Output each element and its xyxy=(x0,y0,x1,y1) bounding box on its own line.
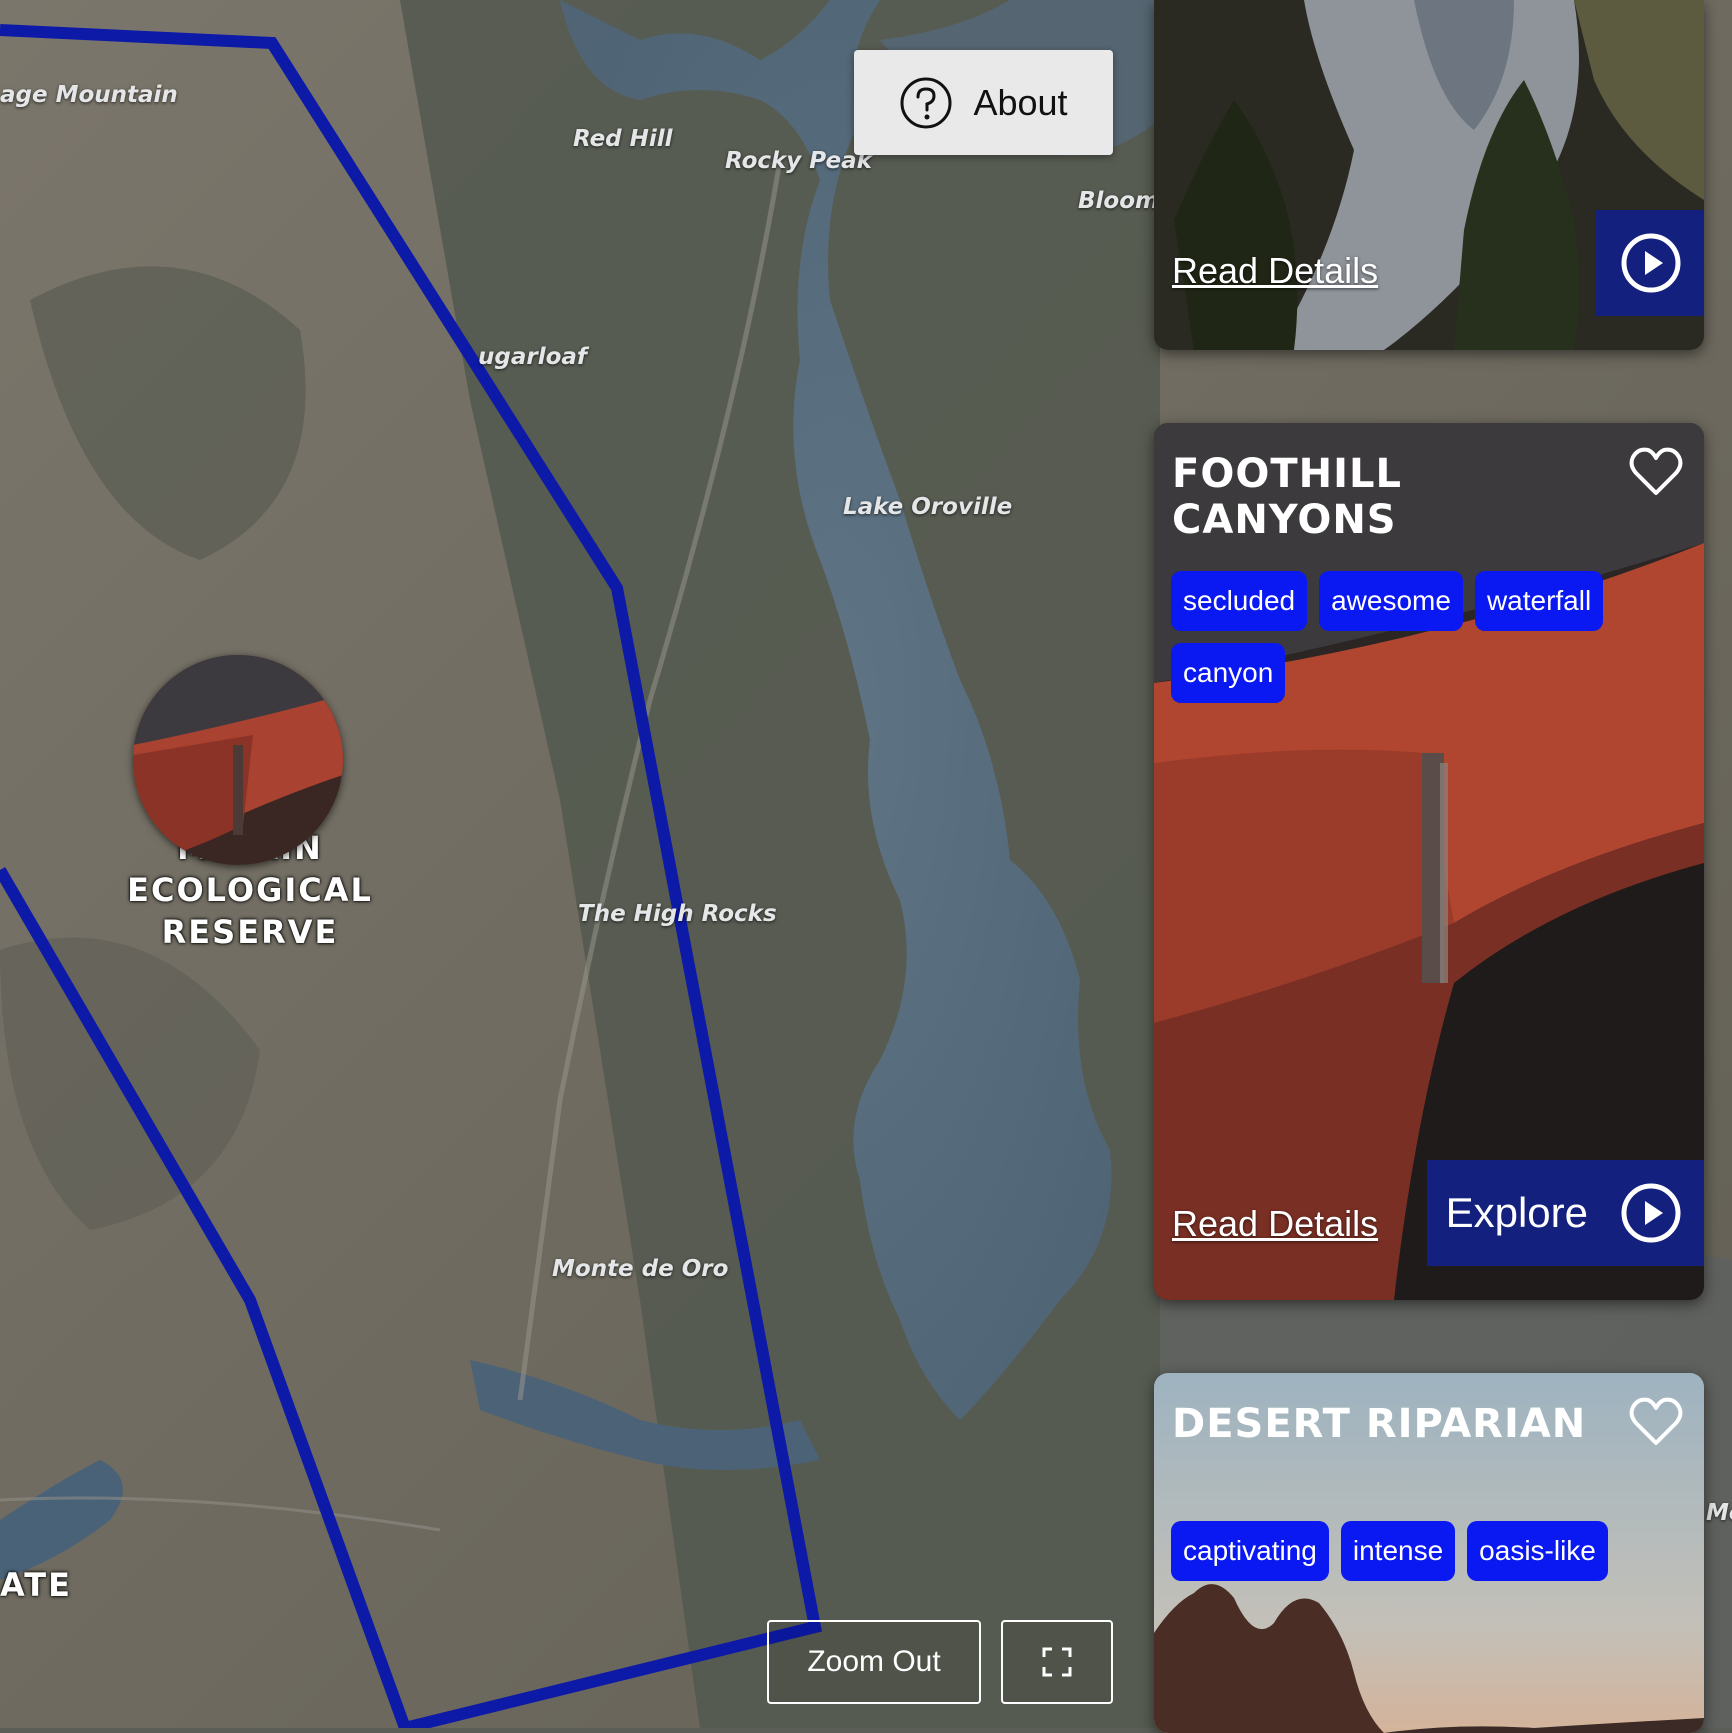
read-details-link[interactable]: Read Details xyxy=(1172,1203,1378,1245)
explore-label: Explore xyxy=(1445,1189,1588,1236)
map-label: Monte de Oro xyxy=(552,1256,729,1282)
explore-button[interactable]: Explore xyxy=(1427,1160,1704,1266)
map-label: ugarloaf xyxy=(478,344,587,370)
tag-intense[interactable]: intense xyxy=(1340,1521,1456,1581)
about-button[interactable]: About xyxy=(854,50,1113,155)
reserve-label-line: RESERVE xyxy=(161,913,339,951)
tag-list: captivating intense oasis-like xyxy=(1171,1521,1641,1581)
play-button[interactable] xyxy=(1596,210,1704,316)
tag-canyon[interactable]: canyon xyxy=(1171,643,1286,703)
trail-card[interactable]: Read Details xyxy=(1154,0,1704,350)
tag-secluded[interactable]: secluded xyxy=(1171,571,1308,631)
location-marker[interactable] xyxy=(133,655,343,865)
fullscreen-button[interactable] xyxy=(1001,1620,1113,1704)
tag-oasis-like[interactable]: oasis-like xyxy=(1467,1521,1608,1581)
map-label: Lake Oroville xyxy=(843,494,1013,520)
fullscreen-icon xyxy=(1042,1647,1072,1677)
map-label: Red Hill xyxy=(573,126,673,152)
map-label: Bloom xyxy=(1078,188,1159,214)
map-label: Mo xyxy=(1706,1500,1732,1526)
tag-list: secluded awesome waterfall canyon xyxy=(1171,571,1641,703)
trail-card[interactable]: FOOTHILL CANYONS secluded awesome waterf… xyxy=(1154,423,1704,1300)
read-details-link[interactable]: Read Details xyxy=(1172,250,1378,292)
heart-icon[interactable] xyxy=(1628,445,1684,497)
card-title: FOOTHILL CANYONS xyxy=(1172,451,1402,543)
tag-captivating[interactable]: captivating xyxy=(1171,1521,1329,1581)
heart-icon[interactable] xyxy=(1628,1395,1684,1447)
zoom-out-button[interactable]: Zoom Out xyxy=(767,1620,981,1704)
reserve-label-line: ECOLOGICAL xyxy=(127,871,373,909)
play-circle-icon xyxy=(1621,233,1681,293)
tag-awesome[interactable]: awesome xyxy=(1319,571,1463,631)
map-label: age Mountain xyxy=(0,82,178,108)
marker-thumbnail xyxy=(133,655,343,865)
play-circle-icon xyxy=(1621,1183,1681,1243)
map-label: Rocky Peak xyxy=(725,148,872,174)
about-label: About xyxy=(973,81,1068,123)
card-title: DESERT RIPARIAN xyxy=(1172,1401,1587,1447)
tag-waterfall[interactable]: waterfall xyxy=(1474,571,1604,631)
state-label: ATE xyxy=(0,1566,72,1604)
trail-card[interactable]: DESERT RIPARIAN captivating intense oasi… xyxy=(1154,1373,1704,1733)
map-label: The High Rocks xyxy=(578,901,777,927)
question-circle-icon xyxy=(900,77,952,128)
